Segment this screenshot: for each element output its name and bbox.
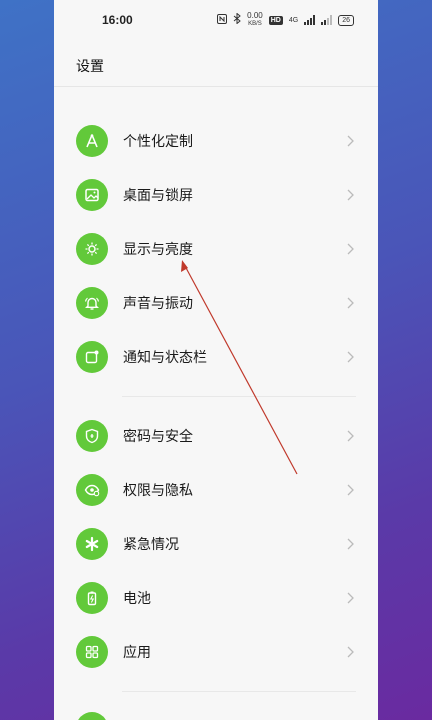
menu-item-password-security[interactable]: 密码与安全 bbox=[54, 409, 378, 463]
chevron-right-icon bbox=[347, 430, 354, 442]
network-speed: 0.00 KB/S bbox=[247, 12, 263, 28]
speed-unit: KB/S bbox=[248, 21, 262, 27]
menu-label: 密码与安全 bbox=[123, 428, 193, 444]
menu-label: 个性化定制 bbox=[123, 133, 193, 149]
chevron-right-icon bbox=[347, 538, 354, 550]
chevron-right-icon bbox=[347, 189, 354, 201]
menu-item-apps[interactable]: 应用 bbox=[54, 625, 378, 679]
apps-grid-icon bbox=[76, 636, 108, 668]
settings-group-2: 密码与安全 权限与隐私 紧急情况 电池 应用 bbox=[54, 409, 378, 679]
menu-label: 应用 bbox=[123, 644, 151, 660]
notification-icon bbox=[76, 341, 108, 373]
settings-group-1: 个性化定制 桌面与锁屏 显示与亮度 声音与振动 通知与状态栏 bbox=[54, 114, 378, 384]
menu-label: 声音与振动 bbox=[123, 295, 193, 311]
divider bbox=[54, 86, 378, 87]
battery-icon bbox=[76, 582, 108, 614]
chevron-right-icon bbox=[347, 135, 354, 147]
menu-label: 显示与亮度 bbox=[123, 241, 193, 257]
chevron-right-icon bbox=[347, 646, 354, 658]
bluetooth-icon bbox=[233, 12, 241, 27]
menu-item-display-brightness[interactable]: 显示与亮度 bbox=[54, 222, 378, 276]
shield-icon bbox=[76, 420, 108, 452]
menu-label: 桌面与锁屏 bbox=[123, 187, 193, 203]
divider bbox=[122, 691, 356, 692]
menu-label: 权限与隐私 bbox=[123, 482, 193, 498]
chevron-right-icon bbox=[347, 297, 354, 309]
nfc-icon bbox=[217, 13, 228, 27]
divider bbox=[122, 396, 356, 397]
bell-icon bbox=[76, 287, 108, 319]
menu-item-desktop-lockscreen[interactable]: 桌面与锁屏 bbox=[54, 168, 378, 222]
menu-item-permissions-privacy[interactable]: 权限与隐私 bbox=[54, 463, 378, 517]
chevron-right-icon bbox=[347, 592, 354, 604]
status-bar: 16:00 0.00 KB/S HD 4G 26 bbox=[54, 0, 378, 40]
chevron-right-icon bbox=[347, 484, 354, 496]
speed-value: 0.00 bbox=[247, 11, 263, 20]
chevron-right-icon bbox=[347, 351, 354, 363]
menu-item-personalization[interactable]: 个性化定制 bbox=[54, 114, 378, 168]
signal-icon bbox=[304, 15, 316, 25]
signal-icon-2 bbox=[321, 15, 333, 25]
menu-item-sound-vibration[interactable]: 声音与振动 bbox=[54, 276, 378, 330]
network-type: 4G bbox=[288, 16, 299, 24]
brush-icon bbox=[76, 125, 108, 157]
sun-icon bbox=[76, 233, 108, 265]
menu-label: 电池 bbox=[123, 590, 151, 606]
status-time: 16:00 bbox=[102, 13, 133, 27]
menu-label: 通知与状态栏 bbox=[123, 349, 207, 365]
battery-level: 26 bbox=[338, 14, 354, 26]
hd-badge: HD bbox=[268, 15, 283, 25]
menu-item-emergency[interactable]: 紧急情况 bbox=[54, 517, 378, 571]
menu-item-battery[interactable]: 电池 bbox=[54, 571, 378, 625]
menu-label: 紧急情况 bbox=[123, 536, 179, 552]
page-title: 设置 bbox=[76, 58, 104, 74]
menu-item-notification-statusbar[interactable]: 通知与状态栏 bbox=[54, 330, 378, 384]
partial-item-icon bbox=[76, 712, 108, 720]
settings-screen: 16:00 0.00 KB/S HD 4G 26 设置 个性化定制 桌面与锁屏 … bbox=[54, 0, 378, 720]
image-icon bbox=[76, 179, 108, 211]
status-icons: 0.00 KB/S HD 4G 26 bbox=[217, 12, 354, 28]
asterisk-icon bbox=[76, 528, 108, 560]
chevron-right-icon bbox=[347, 243, 354, 255]
privacy-eye-icon bbox=[76, 474, 108, 506]
